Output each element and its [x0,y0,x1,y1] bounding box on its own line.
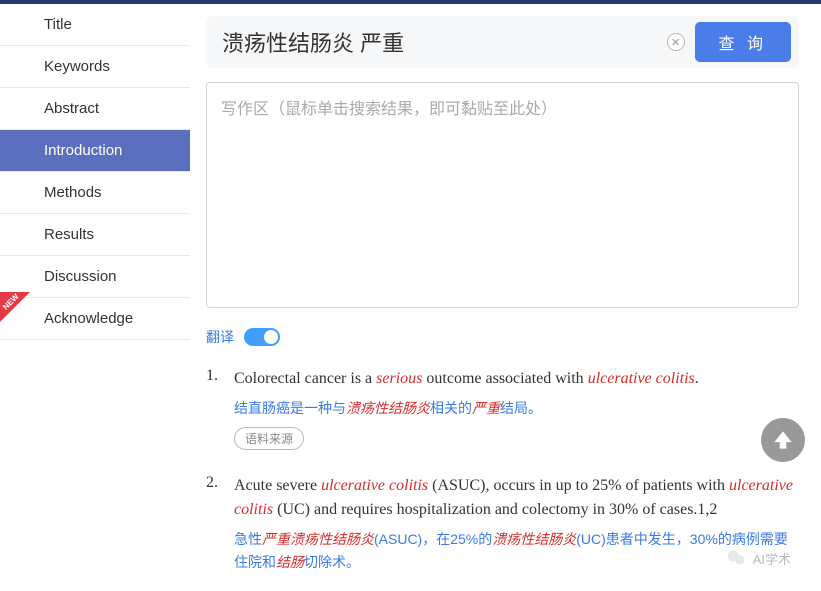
result-body: Acute severe ulcerative colitis (ASUC), … [234,474,799,581]
result-en-text: Acute severe ulcerative colitis (ASUC), … [234,474,799,522]
clear-icon[interactable]: ✕ [667,33,685,51]
footer-watermark: AI学术 [725,547,791,569]
sidebar-item-methods[interactable]: Methods [0,172,190,214]
sidebar-item-keywords[interactable]: Keywords [0,46,190,88]
arrow-up-icon [770,427,796,453]
translate-label: 翻译 [206,327,234,347]
translate-row: 翻译 [206,327,799,347]
result-zh-text: 急性严重溃疡性结肠炎(ASUC)，在25%的溃疡性结肠炎(UC)患者中发生，30… [234,528,799,573]
new-badge-icon: NEW [0,292,36,334]
result-body: Colorectal cancer is a serious outcome a… [234,367,799,450]
translate-toggle[interactable] [244,328,280,346]
query-button[interactable]: 查 询 [695,22,791,62]
main-panel: ✕ 查 询 翻译 1. Colorectal cancer is a serio… [190,4,821,591]
result-en-text: Colorectal cancer is a serious outcome a… [234,367,799,391]
sidebar: Title Keywords Abstract Introduction Met… [0,4,190,591]
sidebar-item-introduction[interactable]: Introduction [0,130,190,172]
sidebar-item-abstract[interactable]: Abstract [0,88,190,130]
results-list: 1. Colorectal cancer is a serious outcom… [206,367,799,581]
result-zh-text: 结直肠癌是一种与溃疡性结肠炎相关的严重结局。 [234,397,799,419]
result-item[interactable]: 1. Colorectal cancer is a serious outcom… [206,367,799,450]
result-item[interactable]: 2. Acute severe ulcerative colitis (ASUC… [206,474,799,581]
writing-area[interactable] [206,82,799,308]
search-input[interactable] [214,25,657,59]
result-number: 2. [206,474,220,581]
sidebar-item-results[interactable]: Results [0,214,190,256]
scroll-top-button[interactable] [761,418,805,462]
wechat-icon [725,547,747,569]
container: Title Keywords Abstract Introduction Met… [0,4,821,591]
sidebar-item-acknowledge[interactable]: NEW Acknowledge [0,298,190,340]
result-number: 1. [206,367,220,450]
source-button[interactable]: 语料来源 [234,427,304,450]
sidebar-item-title[interactable]: Title [0,4,190,46]
search-bar: ✕ 查 询 [206,16,799,68]
